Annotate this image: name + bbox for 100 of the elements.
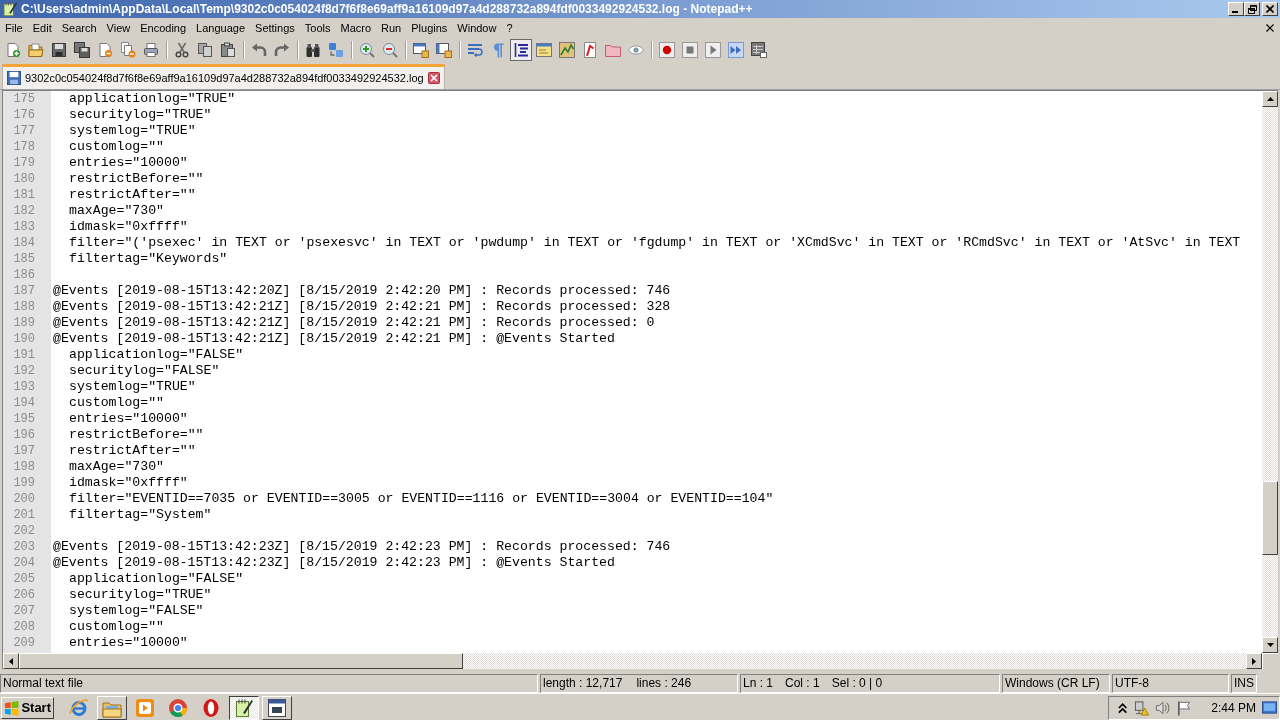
line-number: 200	[13, 492, 35, 506]
file-tab[interactable]: 9302c0c054024f8d7f6f8e69aff9a16109d97a4d288732a894fdf0033492924532.log	[2, 64, 445, 89]
floppy-icon	[7, 71, 21, 85]
cursor-line-label: Ln : 1	[743, 676, 774, 690]
play-icon	[705, 42, 721, 58]
line-number: 175	[13, 92, 35, 106]
tab-label[interactable]: 9302c0c054024f8d7f6f8e69aff9a16109d97a4d288732a894fdf0033492924532.log	[25, 72, 424, 84]
close-file-icon	[97, 42, 113, 58]
play-icon	[135, 697, 155, 718]
ring-icon	[201, 697, 221, 718]
zoom-out-icon	[382, 42, 398, 58]
line-number: 209	[13, 636, 35, 650]
text-editor[interactable]	[2, 90, 1278, 669]
menu-item[interactable]: Window	[452, 20, 502, 36]
save-icon	[51, 42, 67, 58]
copy-icon	[197, 42, 213, 58]
flag-icon[interactable]	[1176, 699, 1192, 716]
double-chevron-icon[interactable]	[1117, 701, 1129, 714]
code-line: @Events [2019-08-15T13:42:21Z] [8/15/2019 2:42:21 PM] : Records processed: 328	[53, 299, 671, 314]
close-button[interactable]	[1262, 2, 1278, 16]
scroll-down-button[interactable]	[1262, 637, 1278, 653]
code-line: restrictBefore=""	[69, 171, 204, 186]
menu-item[interactable]: ?	[501, 20, 518, 36]
network-warning-icon[interactable]	[1134, 699, 1150, 716]
line-number: 182	[13, 204, 35, 218]
line-number: 198	[13, 460, 35, 474]
code-line: applicationlog="TRUE"	[69, 91, 236, 106]
menu-item[interactable]: Run	[376, 20, 407, 36]
menu-item[interactable]: Search	[56, 20, 102, 36]
line-number: 207	[13, 604, 35, 618]
clock-label[interactable]: 2:44 PM	[1211, 700, 1256, 715]
menu-item[interactable]: Plugins	[406, 20, 453, 36]
scroll-left-button[interactable]	[3, 653, 19, 669]
line-number: 195	[13, 412, 35, 426]
scrollbar-thumb[interactable]	[1262, 481, 1278, 555]
scroll-up-button[interactable]	[1262, 91, 1278, 107]
code-line: customlog=""	[69, 139, 164, 154]
zoom-in-icon	[359, 42, 375, 58]
print-icon	[143, 42, 159, 58]
menu-item[interactable]: Tools	[299, 20, 336, 36]
new-file-icon	[5, 42, 21, 58]
line-number: 190	[13, 332, 35, 346]
menu-item[interactable]: Language	[191, 20, 251, 36]
close-icon[interactable]	[427, 72, 440, 84]
code-line: entries="10000"	[69, 155, 188, 170]
taskbar-button[interactable]	[229, 695, 259, 720]
arrow-up-icon	[1266, 97, 1274, 101]
length-label: length : 12,717	[543, 676, 623, 690]
line-number: 204	[13, 556, 35, 570]
map-icon	[559, 42, 575, 58]
minimize-button[interactable]	[1228, 2, 1244, 16]
scrollbar-thumb[interactable]	[19, 653, 463, 669]
toolbar-button[interactable]	[71, 39, 93, 61]
code-line: filter="('psexec' in TEXT or 'psexesvc' in TEXT or 'pwdump' in TEXT or 'fgdump' in TEXT or 'XCmdSvc' in TEXT or 'RCmdSvc' in TEXT or 'AtSvc' in TEXT	[69, 235, 1241, 250]
line-number: 180	[13, 172, 35, 186]
restore-button[interactable]	[1244, 2, 1260, 16]
menu-item[interactable]: Edit	[27, 20, 57, 36]
flag-logo-icon	[4, 699, 20, 716]
notepad-icon	[2, 1, 18, 17]
menu-item[interactable]: Macro	[335, 20, 377, 36]
wrap-lines-icon	[467, 42, 483, 58]
menu-item[interactable]: Settings	[250, 20, 300, 36]
menu-item[interactable]: View	[101, 20, 136, 36]
line-number: 193	[13, 380, 35, 394]
scroll-right-button[interactable]	[1246, 653, 1262, 669]
menu-item[interactable]: Encoding	[135, 20, 192, 36]
window-lock-icon	[413, 42, 429, 58]
code-line: systemlog="TRUE"	[69, 379, 196, 394]
code-line: applicationlog="FALSE"	[69, 347, 244, 362]
line-number: 206	[13, 588, 35, 602]
speaker-icon[interactable]	[1155, 699, 1171, 716]
circle-logo-icon	[168, 697, 188, 718]
line-number: 202	[13, 524, 35, 538]
line-number: 187	[13, 284, 35, 298]
code-line: applicationlog="FALSE"	[69, 571, 244, 586]
line-number: 186	[13, 268, 35, 282]
line-count-label: lines : 246	[636, 676, 692, 690]
code-line: restrictAfter=""	[69, 443, 196, 458]
stop-icon	[682, 42, 698, 58]
paste-icon	[220, 42, 236, 58]
toolbar-button[interactable]	[748, 39, 770, 61]
scissors-icon	[174, 42, 190, 58]
code-line: filtertag="System"	[69, 507, 212, 522]
notepad-icon	[234, 697, 254, 718]
arrow-right-icon	[1252, 657, 1256, 665]
line-number: 203	[13, 540, 35, 554]
monitor-icon[interactable]	[1262, 699, 1277, 716]
close-icon[interactable]	[1266, 24, 1274, 32]
line-number: 192	[13, 364, 35, 378]
menu-item[interactable]: File	[0, 20, 28, 36]
toolbar-button[interactable]	[656, 39, 678, 61]
line-number: 176	[13, 108, 35, 122]
indent-lines-icon	[513, 42, 529, 58]
code-line: customlog=""	[69, 395, 164, 410]
start-button[interactable]: Start	[1, 696, 54, 719]
toolbar-button[interactable]	[510, 39, 532, 61]
grid-window-icon	[751, 42, 767, 58]
cursor-column-label: Col : 1	[785, 676, 820, 690]
code-line: idmask="0xffff"	[69, 219, 188, 234]
code-line: @Events [2019-08-15T13:42:20Z] [8/15/2019 2:42:20 PM] : Records processed: 746	[53, 283, 671, 298]
